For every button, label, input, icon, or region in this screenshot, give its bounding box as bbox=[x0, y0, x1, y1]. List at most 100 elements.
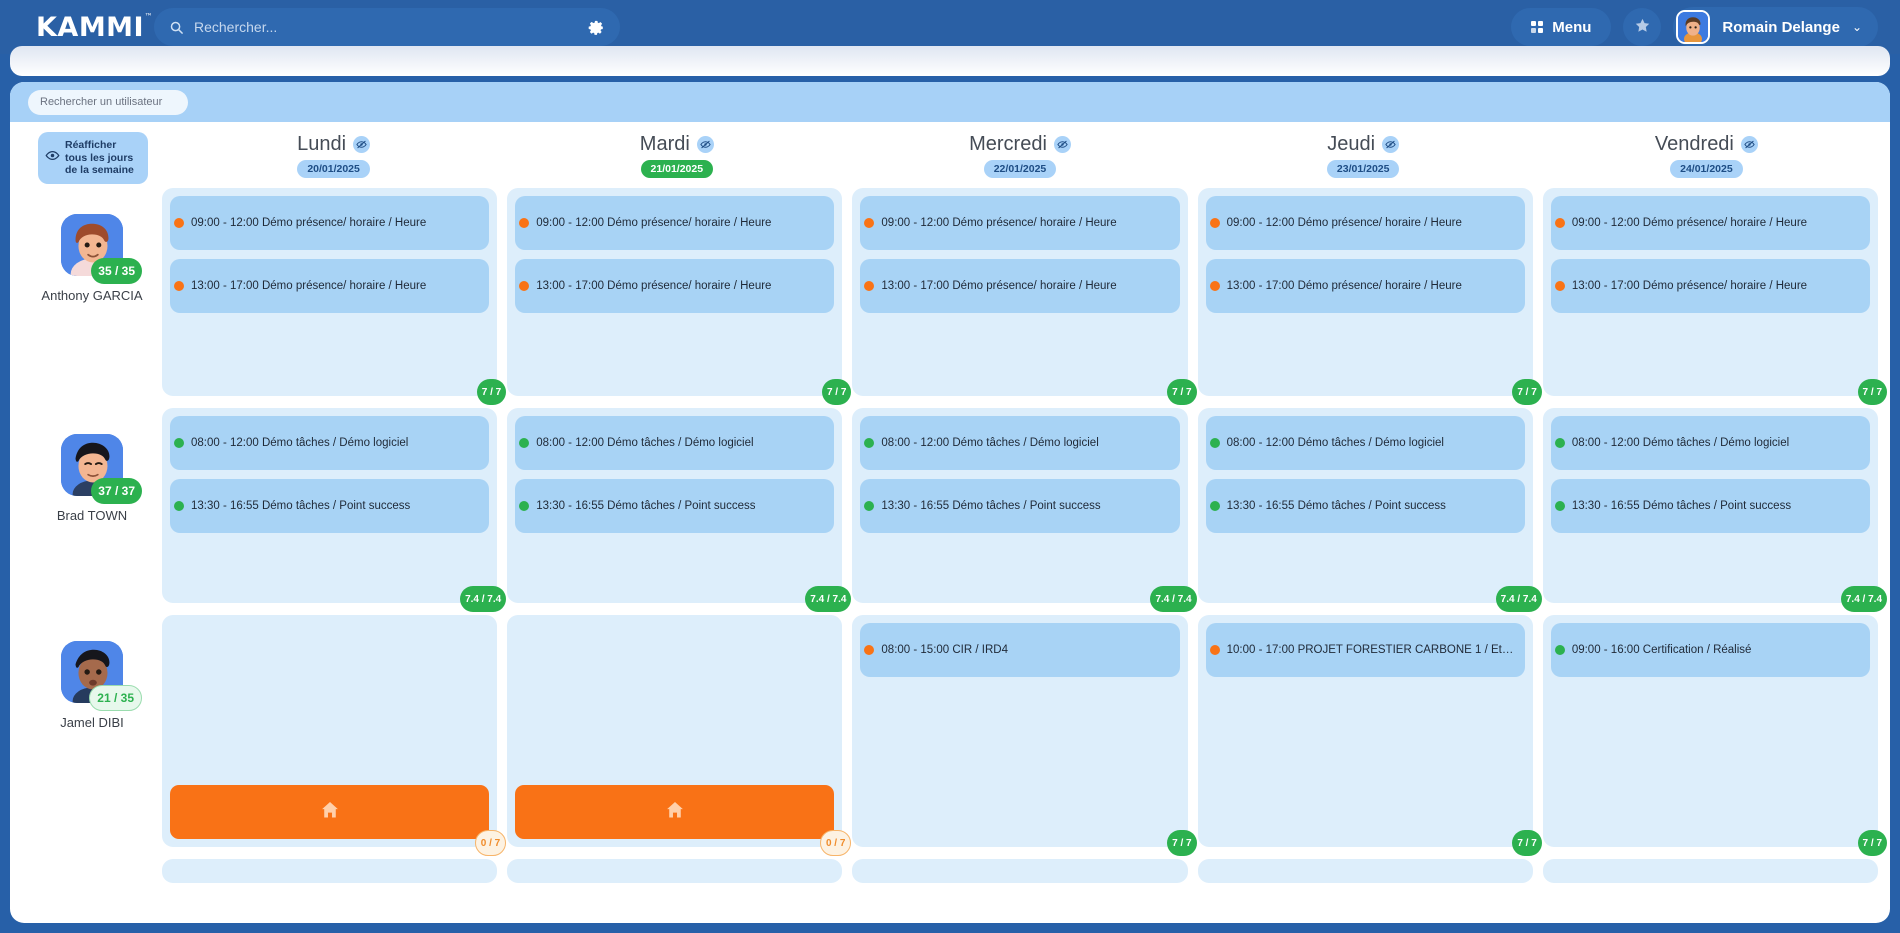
row-user[interactable]: 35 / 35 Anthony GARCIA bbox=[22, 188, 162, 396]
event-card[interactable]: 09:00 - 12:00 Démo présence/ horaire / H… bbox=[515, 196, 835, 250]
event-label: 08:00 - 12:00 Démo tâches / Démo logicie… bbox=[1571, 437, 1790, 449]
cell-hours-badge: 7 / 7 bbox=[1167, 830, 1197, 856]
event-card[interactable]: 08:00 - 12:00 Démo tâches / Démo logicie… bbox=[1550, 416, 1871, 470]
reshow-all-days-button[interactable]: Réafficher tous les jours de la semaine bbox=[38, 132, 148, 184]
event-card[interactable]: 13:00 - 17:00 Démo présence/ horaire / H… bbox=[1550, 259, 1871, 313]
day-date-badge: 20/01/2025 bbox=[297, 159, 370, 178]
event-card[interactable]: 08:00 - 12:00 Démo tâches / Démo logicie… bbox=[860, 416, 1180, 470]
event-status-dot bbox=[1554, 645, 1565, 655]
day-name: Mardi bbox=[639, 132, 690, 155]
cell-hours-badge: 7 / 7 bbox=[1857, 379, 1888, 405]
day-title-row: Lundi bbox=[297, 133, 371, 156]
eye-off-icon[interactable] bbox=[1382, 135, 1400, 153]
search-input[interactable] bbox=[194, 19, 586, 35]
day-cell[interactable] bbox=[162, 859, 498, 883]
day-cell[interactable]: 10:00 - 17:00 PROJET FORESTIER CARBONE 1… bbox=[1197, 615, 1542, 856]
row-user[interactable]: 37 / 37 Brad TOWN bbox=[22, 408, 162, 603]
event-status-dot bbox=[1209, 218, 1220, 228]
menu-button[interactable]: Menu bbox=[1511, 8, 1612, 46]
day-cell[interactable]: 09:00 - 12:00 Démo présence/ horaire / H… bbox=[1197, 188, 1542, 405]
day-cell[interactable]: 08:00 - 12:00 Démo tâches / Démo logicie… bbox=[507, 408, 852, 612]
event-status-dot bbox=[519, 438, 530, 448]
day-cell[interactable] bbox=[852, 859, 1188, 883]
planning-toolbar bbox=[10, 82, 1890, 122]
event-card[interactable]: 13:00 - 17:00 Démo présence/ horaire / H… bbox=[1205, 259, 1525, 313]
day-date-badge: 23/01/2025 bbox=[1326, 159, 1400, 178]
global-search[interactable] bbox=[154, 8, 620, 46]
day-cell[interactable]: 08:00 - 12:00 Démo tâches / Démo logicie… bbox=[162, 408, 507, 612]
event-status-dot bbox=[864, 438, 875, 448]
event-status-dot bbox=[1209, 501, 1220, 511]
event-card[interactable]: 08:00 - 12:00 Démo tâches / Démo logicie… bbox=[1205, 416, 1525, 470]
day-header-row: Réafficher tous les jours de la semaine … bbox=[10, 122, 1890, 188]
day-cell[interactable] bbox=[507, 859, 843, 883]
event-card[interactable]: 13:30 - 16:55 Démo tâches / Point succes… bbox=[515, 479, 835, 533]
day-cell[interactable]: 09:00 - 12:00 Démo présence/ horaire / H… bbox=[1542, 188, 1888, 405]
event-card[interactable]: 09:00 - 12:00 Démo présence/ horaire / H… bbox=[170, 196, 490, 250]
day-cell[interactable]: 08:00 - 15:00 CIR / IRD4 7 / 7 bbox=[852, 615, 1197, 856]
event-label: 08:00 - 12:00 Démo tâches / Démo logicie… bbox=[191, 437, 409, 449]
event-status-dot bbox=[174, 281, 184, 291]
cell-hours-badge: 7 / 7 bbox=[476, 379, 507, 405]
event-card[interactable]: 08:00 - 15:00 CIR / IRD4 bbox=[860, 623, 1180, 677]
event-card[interactable]: 13:00 - 17:00 Démo présence/ horaire / H… bbox=[860, 259, 1180, 313]
user-menu[interactable]: Romain Delange ⌄ bbox=[1673, 7, 1878, 47]
event-label: 13:00 - 17:00 Démo présence/ horaire / H… bbox=[191, 280, 427, 292]
day-cell[interactable]: 09:00 - 12:00 Démo présence/ horaire / H… bbox=[162, 188, 507, 405]
event-card[interactable]: 13:30 - 16:55 Démo tâches / Point succes… bbox=[1550, 479, 1871, 533]
event-status-dot bbox=[864, 645, 875, 655]
event-card[interactable]: 09:00 - 12:00 Démo présence/ horaire / H… bbox=[1205, 196, 1525, 250]
event-label: 09:00 - 12:00 Démo présence/ horaire / H… bbox=[1571, 217, 1808, 229]
eye-off-icon[interactable] bbox=[696, 135, 714, 153]
event-status-dot bbox=[519, 501, 530, 511]
event-label: 09:00 - 12:00 Démo présence/ horaire / H… bbox=[881, 217, 1117, 229]
day-column-header-jeudi: Jeudi 23/01/2025 bbox=[1192, 122, 1535, 188]
day-cell[interactable]: 08:00 - 12:00 Démo tâches / Démo logicie… bbox=[1542, 408, 1888, 612]
row-user[interactable] bbox=[22, 859, 162, 885]
day-cell[interactable]: 09:00 - 12:00 Démo présence/ horaire / H… bbox=[852, 188, 1197, 405]
event-status-dot bbox=[1209, 645, 1220, 655]
event-status-dot bbox=[1554, 501, 1565, 511]
day-cell[interactable]: 0 / 7 bbox=[507, 615, 852, 856]
favorites-button[interactable] bbox=[1623, 8, 1662, 46]
event-status-dot bbox=[519, 281, 530, 291]
event-label: 08:00 - 12:00 Démo tâches / Démo logicie… bbox=[536, 437, 754, 449]
event-card[interactable]: 13:30 - 16:55 Démo tâches / Point succes… bbox=[1205, 479, 1525, 533]
row-cells: 0 / 7 0 / 7 08:00 - 15:00 CIR / IRD4 7 / 7 1… bbox=[162, 615, 1888, 856]
remote-work-card[interactable] bbox=[515, 785, 835, 839]
row-user[interactable]: 21 / 35 Jamel DIBI bbox=[22, 615, 162, 847]
day-date-badge: 21/01/2025 bbox=[640, 159, 714, 178]
day-cell[interactable] bbox=[1542, 859, 1879, 883]
avatar: 37 / 37 bbox=[61, 434, 142, 504]
event-card[interactable]: 09:00 - 12:00 Démo présence/ horaire / H… bbox=[860, 196, 1180, 250]
cell-hours-badge: 7.4 / 7.4 bbox=[1840, 586, 1888, 612]
event-card[interactable]: 08:00 - 12:00 Démo tâches / Démo logicie… bbox=[170, 416, 490, 470]
day-cell[interactable]: 0 / 7 bbox=[162, 615, 507, 856]
eye-off-icon[interactable] bbox=[1740, 135, 1758, 153]
event-card[interactable]: 13:00 - 17:00 Démo présence/ horaire / H… bbox=[515, 259, 835, 313]
user-search-input[interactable] bbox=[40, 96, 176, 108]
event-card[interactable]: 13:00 - 17:00 Démo présence/ horaire / H… bbox=[170, 259, 490, 313]
menu-button-label: Menu bbox=[1552, 18, 1592, 36]
day-cell[interactable]: 08:00 - 12:00 Démo tâches / Démo logicie… bbox=[852, 408, 1197, 612]
event-card[interactable]: 09:00 - 12:00 Démo présence/ horaire / H… bbox=[1550, 196, 1871, 250]
remote-work-card[interactable] bbox=[170, 785, 490, 839]
event-card[interactable]: 10:00 - 17:00 PROJET FORESTIER CARBONE 1… bbox=[1205, 623, 1525, 677]
event-card[interactable]: 09:00 - 16:00 Certification / Réalisé bbox=[1550, 623, 1871, 677]
day-column-header-mardi: Mardi 21/01/2025 bbox=[505, 122, 848, 188]
day-cell[interactable]: 09:00 - 12:00 Démo présence/ horaire / H… bbox=[507, 188, 852, 405]
header-actions: Menu Romain Delange ⌄ bbox=[1511, 7, 1878, 47]
day-cell[interactable] bbox=[1197, 859, 1533, 883]
event-card[interactable]: 13:30 - 16:55 Démo tâches / Point succes… bbox=[860, 479, 1180, 533]
eye-off-icon[interactable] bbox=[353, 135, 371, 153]
gear-icon[interactable] bbox=[586, 17, 606, 37]
day-column-header-lundi: Lundi 20/01/2025 bbox=[162, 122, 505, 188]
event-card[interactable]: 08:00 - 12:00 Démo tâches / Démo logicie… bbox=[515, 416, 835, 470]
eye-off-icon[interactable] bbox=[1053, 135, 1071, 153]
day-title-row: Mercredi bbox=[969, 133, 1071, 156]
user-search[interactable] bbox=[28, 89, 188, 115]
event-label: 13:30 - 16:55 Démo tâches / Point succes… bbox=[191, 500, 411, 512]
day-cell[interactable]: 09:00 - 16:00 Certification / Réalisé 7 /… bbox=[1542, 615, 1888, 856]
day-cell[interactable]: 08:00 - 12:00 Démo tâches / Démo logicie… bbox=[1197, 408, 1542, 612]
event-card[interactable]: 13:30 - 16:55 Démo tâches / Point succes… bbox=[170, 479, 490, 533]
